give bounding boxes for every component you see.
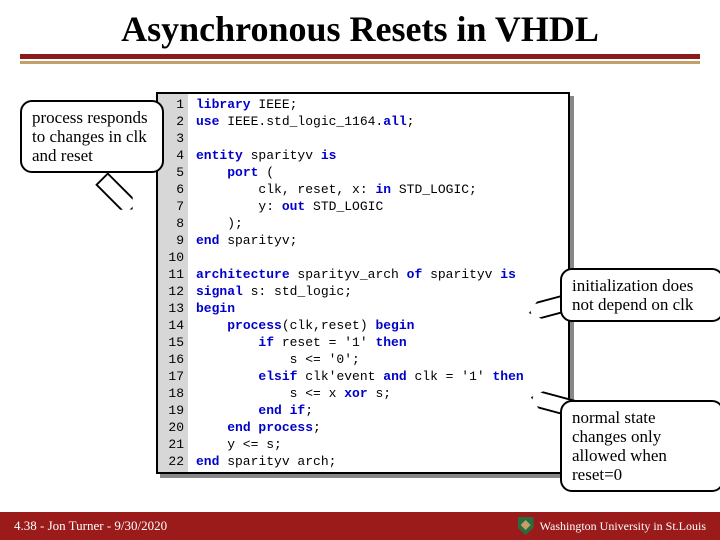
- callout-process: process responds to changes in clk and r…: [20, 100, 164, 173]
- page-title: Asynchronous Resets in VHDL: [20, 8, 700, 54]
- callout-init: initialization does not depend on clk: [560, 268, 720, 322]
- footer: 4.38 - Jon Turner - 9/30/2020 Washington…: [0, 512, 720, 540]
- callout-normal: normal state changes only allowed when r…: [560, 400, 720, 492]
- university-name: Washington University in St.Louis: [540, 519, 706, 534]
- code-source: library IEEE; use IEEE.std_logic_1164.al…: [188, 94, 568, 472]
- code-listing: 1 2 3 4 5 6 7 8 9 10 11 12 13 14 15 16 1…: [156, 92, 570, 474]
- footer-right: Washington University in St.Louis: [518, 517, 706, 535]
- divider-light: [20, 61, 700, 64]
- divider-dark: [20, 54, 700, 59]
- footer-left: 4.38 - Jon Turner - 9/30/2020: [14, 518, 167, 534]
- callout-pointer: [95, 172, 139, 216]
- shield-icon: [518, 517, 534, 535]
